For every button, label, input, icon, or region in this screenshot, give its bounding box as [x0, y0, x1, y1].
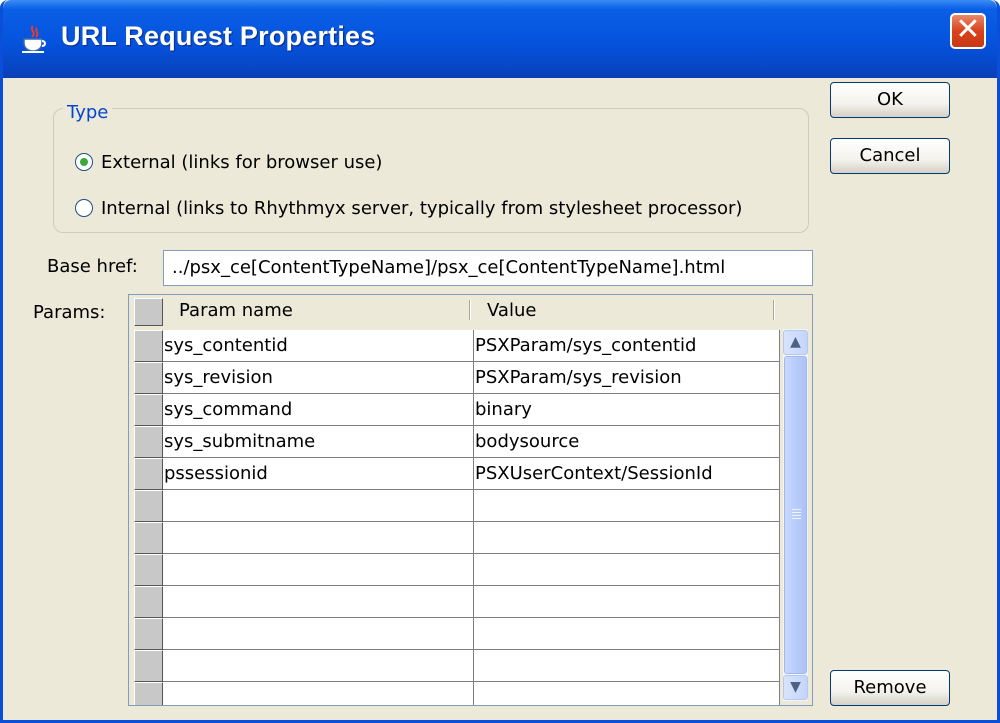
param-value-cell[interactable] [474, 618, 780, 650]
radio-internal-label: Internal (links to Rhythmyx server, typi… [101, 197, 743, 219]
radio-internal[interactable]: Internal (links to Rhythmyx server, typi… [75, 193, 742, 223]
remove-button[interactable]: Remove [830, 670, 950, 706]
param-name-cell[interactable]: sys_command [163, 394, 474, 426]
param-name-cell[interactable] [163, 522, 474, 554]
java-coffee-icon [22, 25, 46, 53]
param-value-cell[interactable] [474, 682, 780, 705]
row-header[interactable] [134, 650, 163, 682]
column-header-value[interactable]: Value [473, 298, 773, 324]
window-title: URL Request Properties [61, 21, 376, 51]
param-name-cell[interactable]: sys_contentid [163, 330, 474, 362]
scroll-grip-icon [792, 512, 801, 513]
row-header[interactable] [134, 362, 163, 394]
params-table: Param name Value sys_contentid PSXParam/s… [128, 294, 813, 706]
param-value-cell[interactable]: bodysource [474, 426, 780, 458]
param-value-cell[interactable] [474, 490, 780, 522]
row-header[interactable] [134, 618, 163, 650]
row-header[interactable] [134, 522, 163, 554]
scroll-grip-icon [792, 518, 801, 519]
param-name-cell[interactable]: sys_revision [163, 362, 474, 394]
chevron-down-icon[interactable]: ▼ [783, 675, 808, 700]
param-name-cell[interactable] [163, 490, 474, 522]
param-value-cell[interactable]: binary [474, 394, 780, 426]
base-href-label: Base href: [47, 256, 138, 277]
param-name-cell[interactable] [163, 554, 474, 586]
radio-button[interactable] [75, 199, 93, 217]
param-name-cell[interactable] [163, 586, 474, 618]
param-name-cell[interactable]: pssessionid [163, 458, 474, 490]
row-header[interactable] [134, 554, 163, 586]
cancel-button[interactable]: Cancel [830, 138, 950, 174]
row-header[interactable] [134, 682, 163, 705]
row-header[interactable] [134, 426, 163, 458]
param-name-cell[interactable] [163, 650, 474, 682]
row-header[interactable] [134, 490, 163, 522]
table-corner-header[interactable] [134, 298, 163, 326]
vertical-scrollbar[interactable]: ▲ ▼ [783, 329, 808, 701]
scroll-grip-icon [792, 509, 801, 510]
param-name-cell[interactable] [163, 682, 474, 705]
type-group-label: Type [63, 102, 113, 123]
row-header[interactable] [134, 458, 163, 490]
row-header[interactable] [134, 330, 163, 362]
radio-external[interactable]: External (links for browser use) [75, 147, 382, 177]
url-request-properties-dialog: URL Request Properties ✕ Type External (… [0, 0, 1000, 723]
title-bar[interactable]: URL Request Properties ✕ [3, 0, 997, 78]
param-value-cell[interactable]: PSXParam/sys_contentid [474, 330, 780, 362]
param-value-cell[interactable]: PSXParam/sys_revision [474, 362, 780, 394]
column-header-param-name[interactable]: Param name [165, 298, 471, 324]
chevron-up-icon[interactable]: ▲ [783, 330, 808, 355]
param-value-cell[interactable]: PSXUserContext/SessionId [474, 458, 780, 490]
scrollbar-thumb[interactable] [784, 356, 807, 674]
base-href-input[interactable]: ../psx_ce[ContentTypeName]/psx_ce[Conten… [163, 250, 813, 286]
column-separator[interactable] [773, 300, 775, 320]
radio-button-selected[interactable] [75, 153, 93, 171]
param-name-cell[interactable]: sys_submitname [163, 426, 474, 458]
ok-button[interactable]: OK [830, 82, 950, 118]
row-header[interactable] [134, 394, 163, 426]
row-header[interactable] [134, 586, 163, 618]
scroll-grip-icon [792, 515, 801, 516]
column-separator[interactable] [469, 300, 471, 320]
radio-external-label: External (links for browser use) [101, 151, 383, 173]
params-label: Params: [33, 302, 106, 323]
param-value-cell[interactable] [474, 650, 780, 682]
close-button[interactable]: ✕ [950, 13, 986, 49]
param-value-cell[interactable] [474, 554, 780, 586]
param-value-cell[interactable] [474, 522, 780, 554]
param-name-cell[interactable] [163, 618, 474, 650]
param-value-cell[interactable] [474, 586, 780, 618]
